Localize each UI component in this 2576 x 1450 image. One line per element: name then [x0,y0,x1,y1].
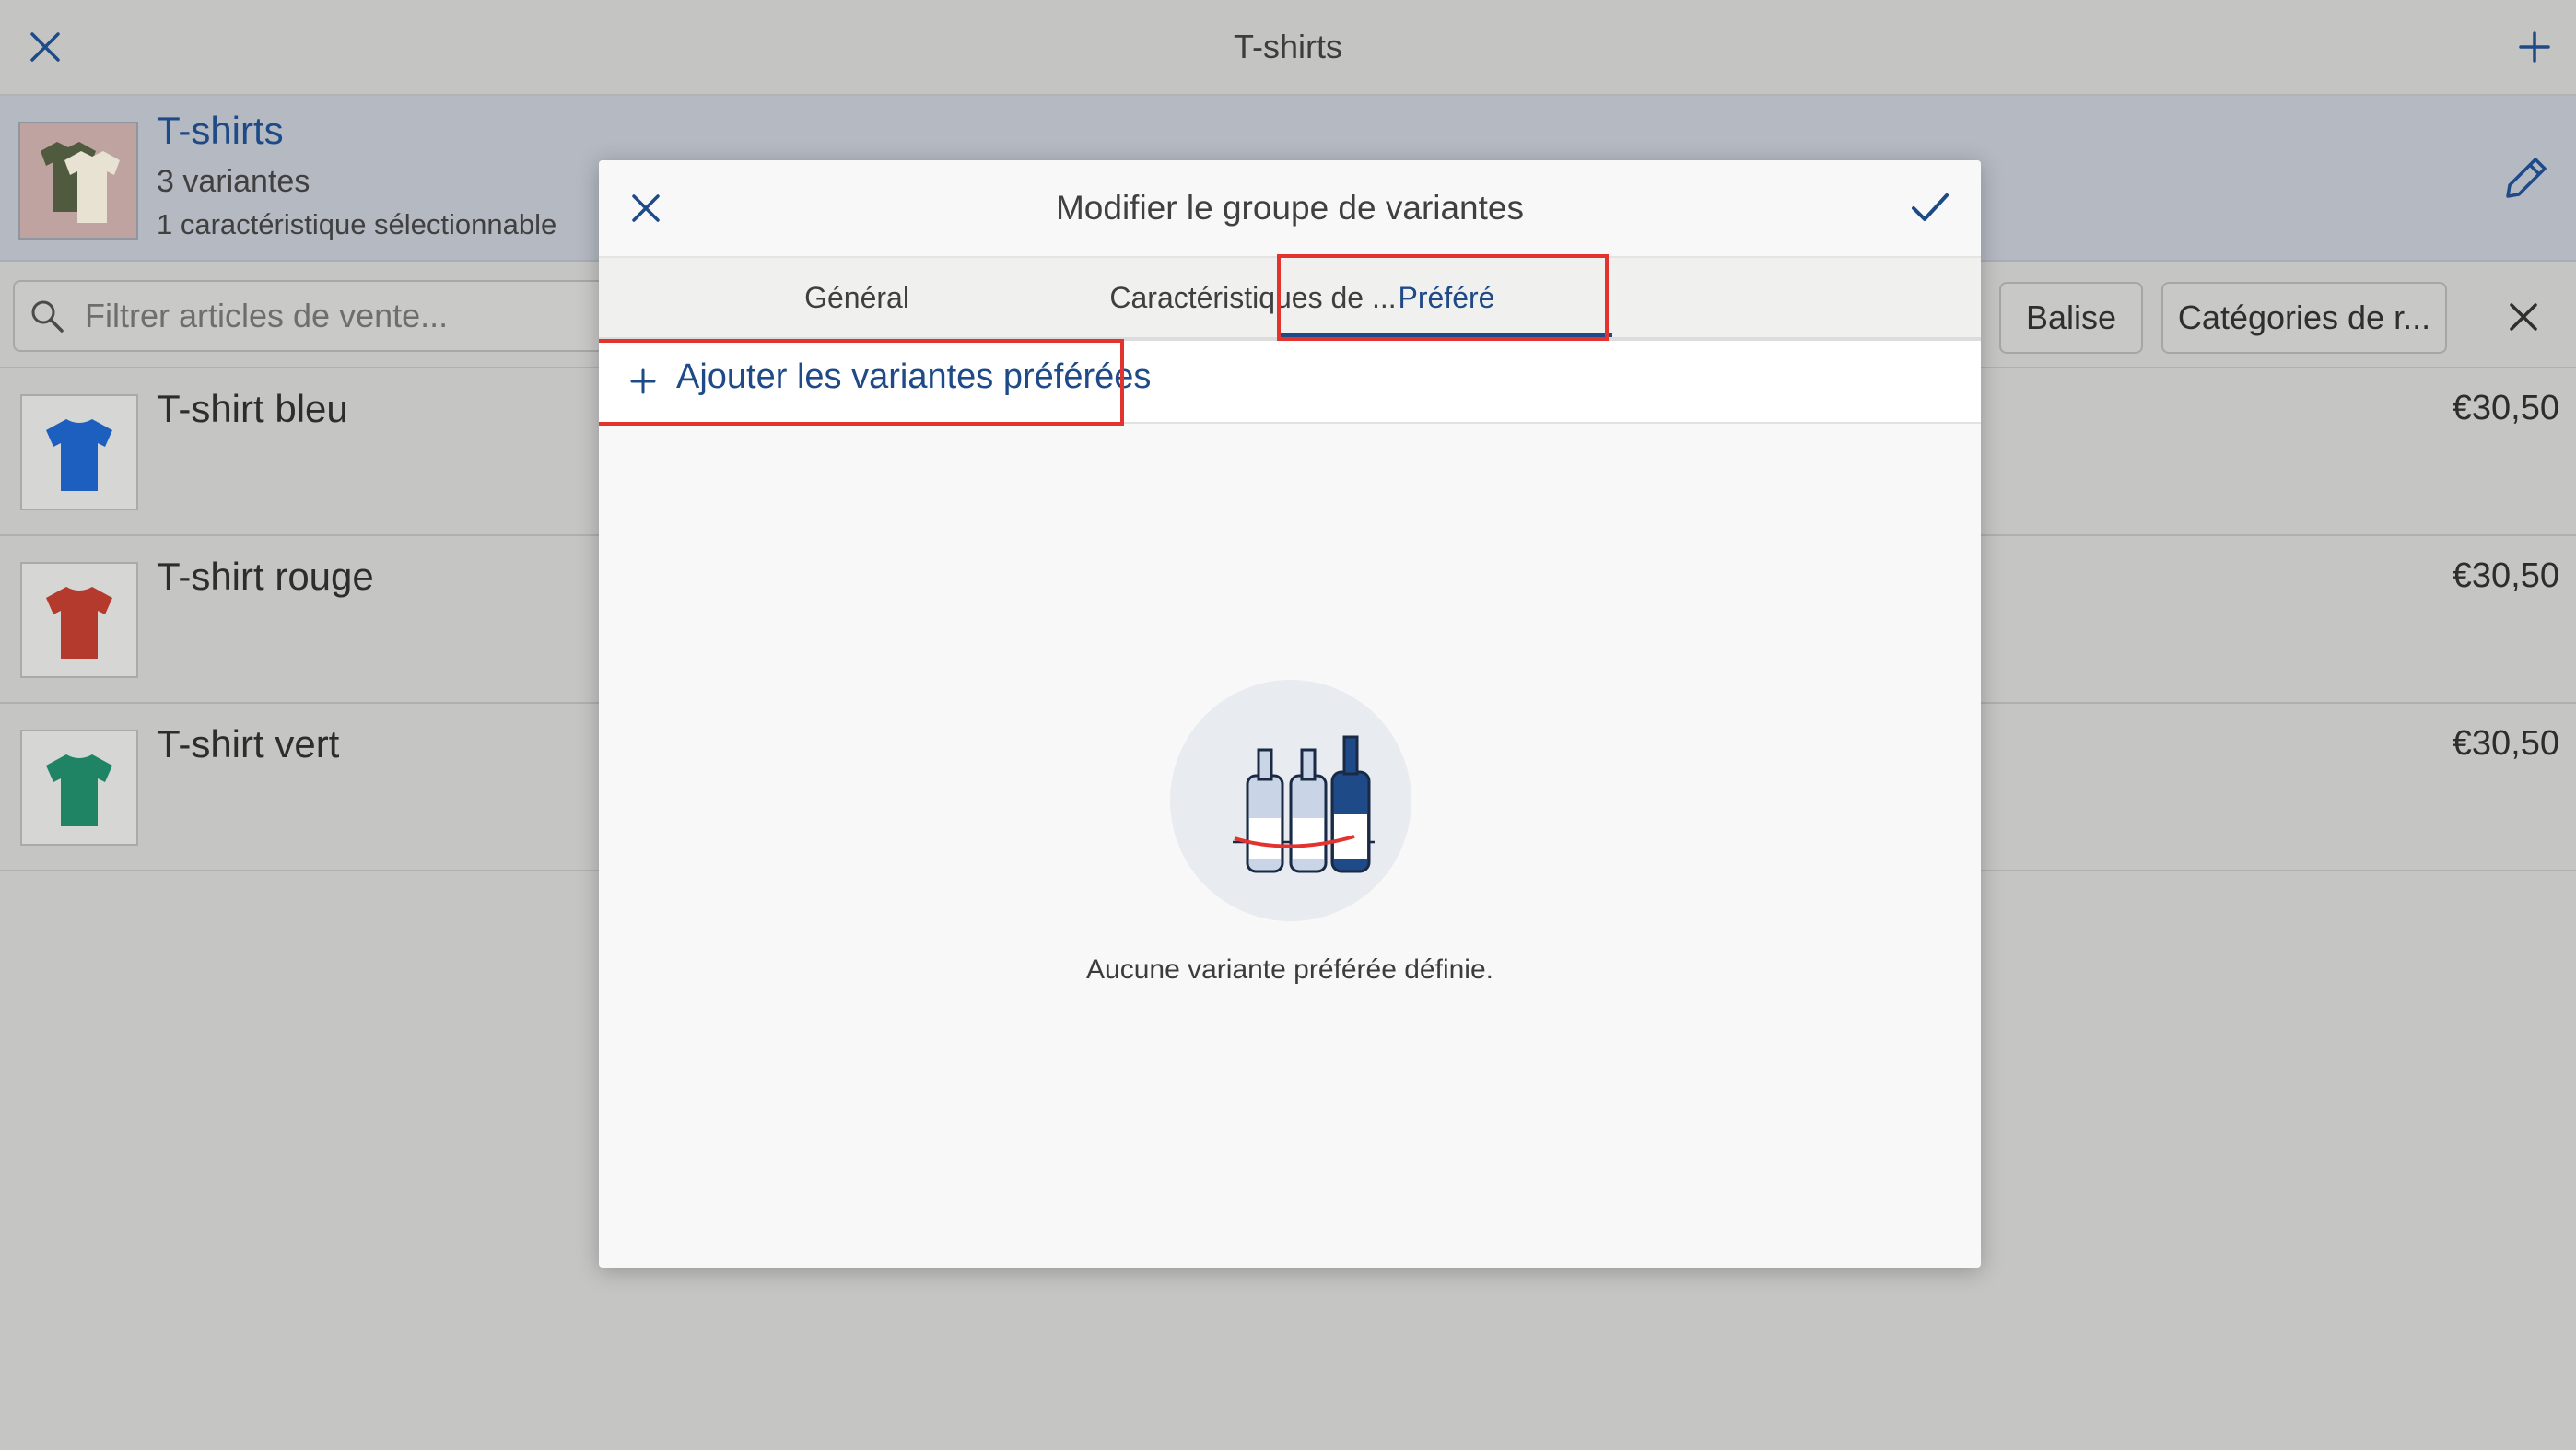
search-placeholder: Filtrer articles de vente... [85,297,449,334]
product-thumbnail [20,394,138,510]
check-icon[interactable] [1898,181,1962,236]
group-thumbnail [18,122,138,240]
filter-chip-tag[interactable]: Balise [1999,282,2143,354]
clear-filter-icon[interactable] [2493,291,2554,343]
product-price: €30,50 [2452,556,2559,595]
product-name: T-shirt vert [157,722,340,766]
product-thumbnail [20,730,138,846]
product-price: €30,50 [2452,724,2559,763]
filter-chip-categories[interactable]: Catégories de r... [2161,282,2447,354]
tab-general[interactable]: Général [599,258,1115,337]
close-icon[interactable] [13,20,77,74]
product-name: T-shirt rouge [157,555,374,598]
search-icon [24,293,70,339]
dialog-title: Modifier le groupe de variantes [1055,189,1524,227]
plus-icon[interactable] [2502,20,2567,74]
pencil-icon[interactable] [2488,147,2561,212]
highlight-box [599,339,1124,426]
bottles-icon [1170,680,1411,921]
product-price: €30,50 [2452,389,2559,427]
product-thumbnail [20,562,138,678]
close-icon[interactable] [614,181,678,236]
product-name: T-shirt bleu [157,387,348,430]
empty-state-text: Aucune variante préférée définie. [1086,954,1493,985]
group-variant-count: 3 variantes [157,164,310,199]
edit-variant-group-dialog: Modifier le groupe de variantes Général … [599,160,1981,1268]
group-title: T-shirts [157,109,284,152]
page-title: T-shirts [1233,28,1342,65]
group-characteristics: 1 caractéristique sélectionnable [157,208,557,240]
highlight-box [1277,254,1609,341]
